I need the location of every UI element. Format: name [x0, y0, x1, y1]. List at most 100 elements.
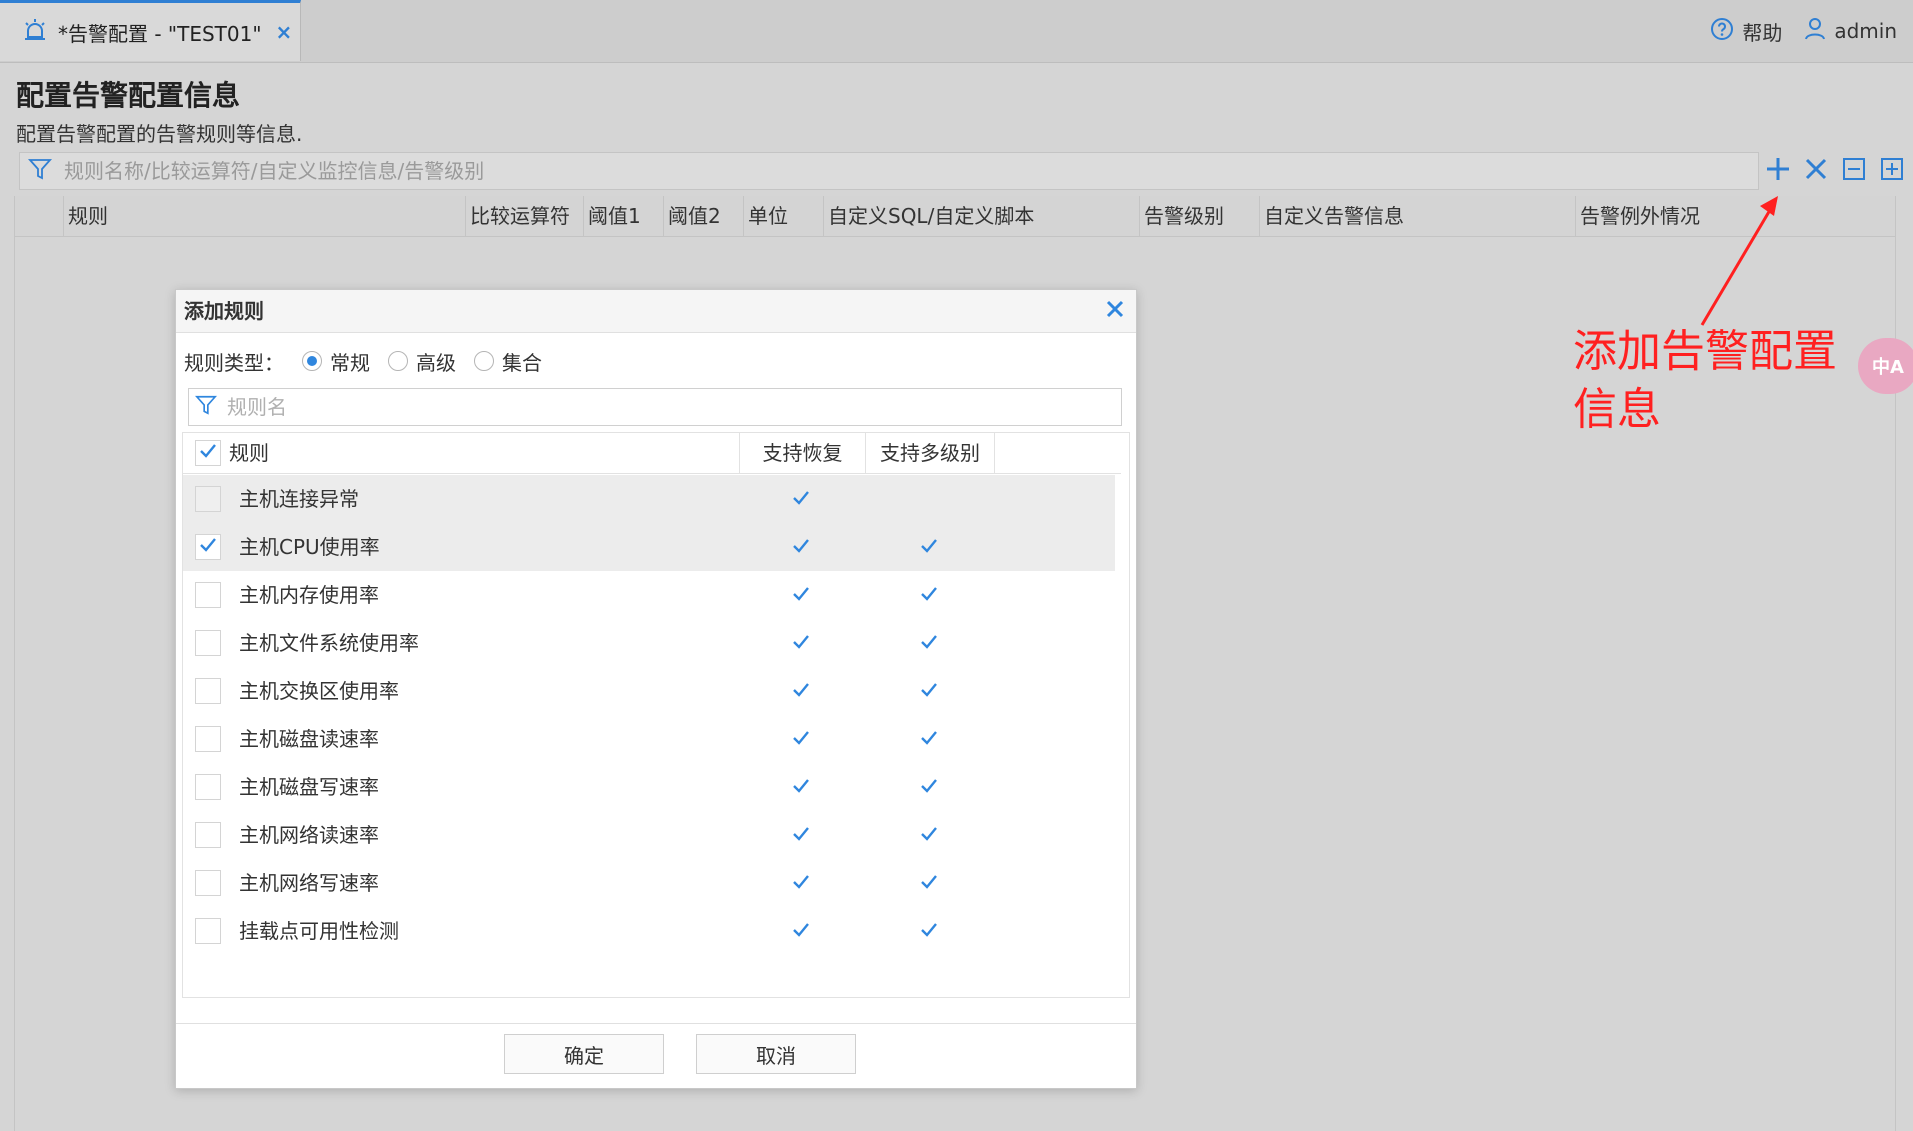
rule-type-normal[interactable]: 常规: [302, 347, 370, 376]
rule-name: 主机交换区使用率: [239, 679, 399, 703]
dialog-footer: 确定 取消: [176, 1023, 1136, 1088]
page-title: 配置告警配置信息: [16, 79, 241, 112]
rule-checkbox[interactable]: [195, 582, 221, 608]
dialog-header: 添加规则: [176, 290, 1136, 333]
col-operator[interactable]: 比较运算符: [465, 196, 583, 236]
rule-name: 主机内存使用率: [239, 583, 379, 607]
rule-name-filter-input[interactable]: [225, 394, 1109, 420]
tab-close-icon[interactable]: ×: [276, 20, 293, 44]
recover-check-icon: [792, 777, 812, 797]
multi-level-check-icon: [920, 585, 940, 605]
top-bar: *告警配置 - "TEST01" × 帮助 admin: [0, 0, 1913, 63]
grid-toolbar: [1766, 152, 1904, 190]
col-threshold1[interactable]: 阈值1: [583, 196, 663, 236]
radio-dot: [302, 351, 322, 371]
check-icon: [199, 442, 217, 464]
multi-level-check-icon: [920, 777, 940, 797]
collapse-all-button[interactable]: [1842, 158, 1866, 184]
rule-row[interactable]: 主机内存使用率: [183, 571, 1115, 619]
page-subtitle: 配置告警配置的告警规则等信息.: [16, 122, 303, 146]
col-support-multi-level: 支持多级别: [865, 433, 995, 473]
rule-name: 主机网络写速率: [239, 871, 379, 895]
user-menu[interactable]: admin: [1804, 17, 1897, 46]
rule-type-advanced[interactable]: 高级: [388, 347, 456, 376]
col-unit[interactable]: 单位: [743, 196, 823, 236]
expand-all-button[interactable]: [1880, 158, 1904, 184]
recover-check-icon: [792, 921, 812, 941]
grid-header-blank: [15, 196, 63, 236]
user-icon: [1804, 17, 1826, 46]
col-custom-alarm-info[interactable]: 自定义告警信息: [1259, 196, 1575, 236]
recover-check-icon: [792, 585, 812, 605]
multi-level-check-icon: [920, 729, 940, 749]
collapse-icon: [1843, 158, 1865, 184]
rule-row[interactable]: 主机CPU使用率: [183, 523, 1115, 571]
recover-check-icon: [792, 873, 812, 893]
rule-checkbox[interactable]: [195, 822, 221, 848]
check-icon: [199, 536, 217, 558]
col-custom-sql[interactable]: 自定义SQL/自定义脚本: [823, 196, 1139, 236]
main-filter-bar: [19, 152, 1759, 190]
multi-level-check-icon: [920, 873, 940, 893]
recover-check-icon: [792, 537, 812, 557]
tab-alarm-config[interactable]: *告警配置 - "TEST01" ×: [0, 0, 301, 61]
rule-checkbox[interactable]: [195, 630, 221, 656]
rule-name: 主机磁盘读速率: [239, 727, 379, 751]
rule-checkbox[interactable]: [195, 918, 221, 944]
rule-checkbox[interactable]: [195, 726, 221, 752]
rule-checkbox[interactable]: [195, 870, 221, 896]
recover-check-icon: [792, 681, 812, 701]
radio-dot: [474, 351, 494, 371]
recover-check-icon: [792, 633, 812, 653]
delete-button[interactable]: [1804, 158, 1828, 184]
rule-name: 主机网络读速率: [239, 823, 379, 847]
col-rule-name: 规则: [229, 441, 269, 465]
alarm-icon: [22, 17, 48, 47]
help-link[interactable]: 帮助: [1710, 17, 1782, 46]
rule-checkbox[interactable]: [195, 678, 221, 704]
rule-checkbox[interactable]: [195, 534, 221, 560]
col-rule[interactable]: 规则: [63, 196, 465, 236]
rule-row[interactable]: 主机磁盘写速率: [183, 763, 1115, 811]
multi-level-check-icon: [920, 825, 940, 845]
rule-type-collection[interactable]: 集合: [474, 347, 542, 376]
tab-label: *告警配置 - "TEST01": [58, 21, 262, 46]
close-icon: [1106, 300, 1124, 322]
rule-row[interactable]: 主机网络写速率: [183, 859, 1115, 907]
rule-type-normal-label: 常规: [330, 350, 370, 375]
filter-icon: [27, 157, 53, 185]
translate-fab[interactable]: 中A: [1858, 338, 1913, 394]
rule-list-header: 规则 支持恢复 支持多级别: [183, 433, 1121, 474]
rule-row[interactable]: 挂载点可用性检测: [183, 907, 1115, 955]
multi-level-check-icon: [920, 681, 940, 701]
add-button[interactable]: [1766, 157, 1790, 185]
multi-level-check-icon: [920, 537, 940, 557]
rule-row[interactable]: 主机磁盘读速率: [183, 715, 1115, 763]
main-filter-input[interactable]: [62, 158, 1666, 184]
top-right-menu: 帮助 admin: [1710, 0, 1897, 62]
select-all-checkbox[interactable]: [195, 440, 221, 466]
ok-button[interactable]: 确定: [504, 1034, 664, 1074]
rule-name: 主机连接异常: [239, 487, 359, 511]
rule-type-collection-label: 集合: [502, 350, 542, 375]
rule-row[interactable]: 主机连接异常: [183, 475, 1115, 523]
dialog-close-button[interactable]: [1100, 296, 1130, 326]
rule-name: 主机CPU使用率: [239, 535, 380, 559]
rule-checkbox[interactable]: [195, 486, 221, 512]
rule-row[interactable]: 主机交换区使用率: [183, 667, 1115, 715]
radio-dot: [388, 351, 408, 371]
rule-row[interactable]: 主机网络读速率: [183, 811, 1115, 859]
col-alarm-exception[interactable]: 告警例外情况: [1575, 196, 1895, 236]
recover-check-icon: [792, 825, 812, 845]
col-threshold2[interactable]: 阈值2: [663, 196, 743, 236]
expand-icon: [1881, 158, 1903, 184]
cancel-button[interactable]: 取消: [696, 1034, 856, 1074]
translate-icon: 中A: [1872, 357, 1904, 378]
rule-checkbox[interactable]: [195, 774, 221, 800]
close-icon: [1805, 158, 1827, 184]
multi-level-check-icon: [920, 921, 940, 941]
rule-row[interactable]: 主机文件系统使用率: [183, 619, 1115, 667]
rule-type-advanced-label: 高级: [416, 350, 456, 375]
col-alarm-level[interactable]: 告警级别: [1139, 196, 1259, 236]
plus-icon: [1766, 157, 1790, 185]
